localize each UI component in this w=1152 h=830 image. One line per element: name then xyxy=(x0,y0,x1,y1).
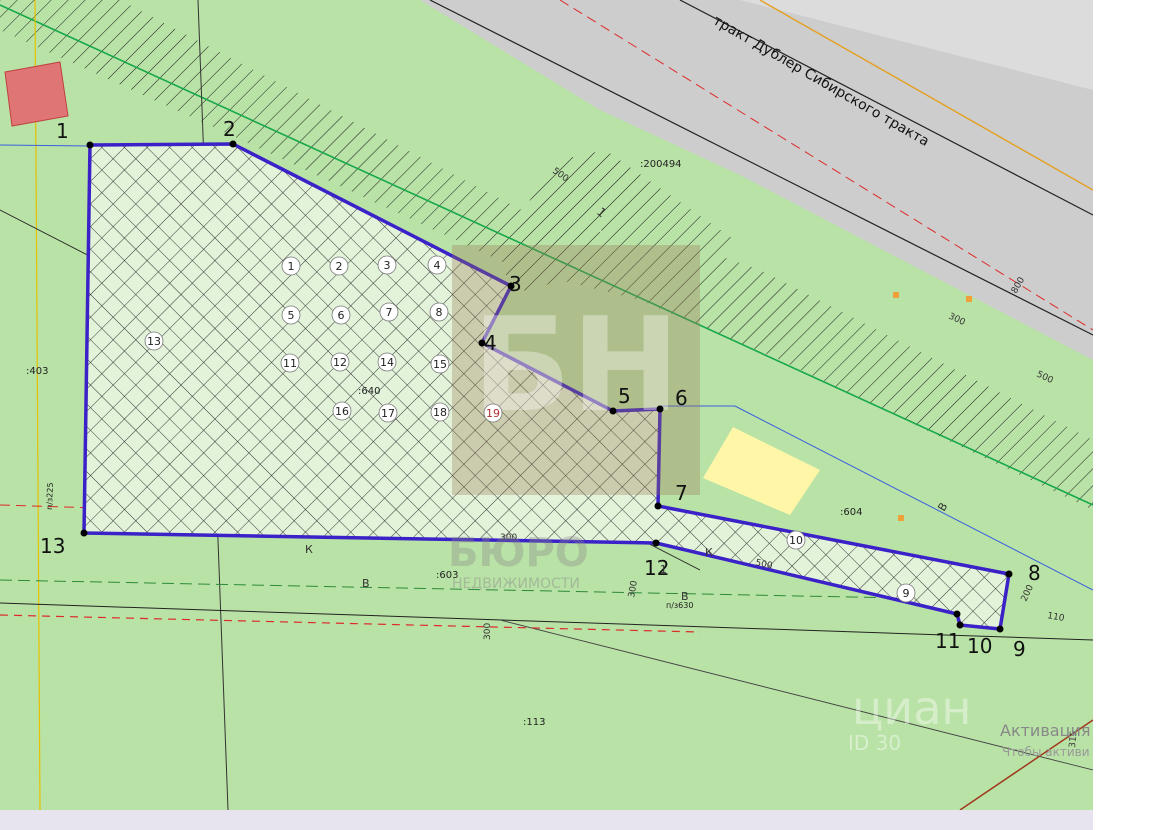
svg-text:6: 6 xyxy=(338,309,345,322)
vertex-dot xyxy=(656,405,664,413)
svg-text:19: 19 xyxy=(486,407,500,420)
cian-id-watermark: ID 30 xyxy=(848,731,901,755)
circle-label-7: 7 xyxy=(379,302,399,322)
vertex-dot xyxy=(609,407,617,415)
windows-taskbar xyxy=(0,810,1093,830)
vertex-label-7: 7 xyxy=(675,481,688,505)
activation-text: Активация xyxy=(1000,721,1090,740)
red-building xyxy=(4,61,69,127)
svg-text:3: 3 xyxy=(384,259,391,272)
vertex-dot xyxy=(996,625,1004,633)
vertex-label-10: 10 xyxy=(967,634,992,658)
circle-label-3: 3 xyxy=(377,255,397,275)
vertex-label-1: 1 xyxy=(56,119,69,143)
parcel-label-113: :113 xyxy=(523,717,545,728)
dim-k2: К xyxy=(705,546,713,559)
circle-label-15: 15 xyxy=(430,354,450,374)
circle-label-8: 8 xyxy=(429,302,449,322)
company-watermark: БЮРО xyxy=(448,530,589,576)
svg-text:11: 11 xyxy=(283,357,297,370)
circle-label-17: 17 xyxy=(378,403,398,423)
bn-logo-text: БН xyxy=(472,289,680,441)
vertex-label-4: 4 xyxy=(484,331,497,355)
dim-b1: В xyxy=(362,577,370,590)
vertex-label-13: 13 xyxy=(40,534,65,558)
vertex-label-6: 6 xyxy=(675,386,688,410)
svg-text:7: 7 xyxy=(386,306,393,319)
circle-label-6: 6 xyxy=(331,305,351,325)
circle-label-5: 5 xyxy=(281,305,301,325)
circle-label-9: 9 xyxy=(896,583,916,603)
vertex-dot xyxy=(953,610,961,618)
vertex-label-2: 2 xyxy=(223,117,236,141)
svg-text:14: 14 xyxy=(380,356,394,369)
parcel-label-200494: :200494 xyxy=(640,159,682,170)
parcel-label-pz3225: п/з225 xyxy=(45,482,55,510)
vertex-dot xyxy=(654,502,662,510)
parcel-label-403: :403 xyxy=(26,366,48,377)
circle-label-14: 14 xyxy=(377,352,397,372)
circle-label-4: 4 xyxy=(427,255,447,275)
orange-mark-2 xyxy=(966,296,972,302)
orange-mark-3 xyxy=(898,515,904,521)
cadastral-map: БН 1 2 3 4 5 6 7 8 9 10 11 12 13 1 2 3 4… xyxy=(0,0,1093,810)
activation-sub-text: Чтобы активи xyxy=(1002,745,1090,759)
svg-text:9: 9 xyxy=(903,587,910,600)
svg-text:13: 13 xyxy=(147,335,161,348)
cian-watermark: циан xyxy=(852,681,971,735)
parcel-label-pz3630: п/з630 xyxy=(666,601,693,610)
svg-text:5: 5 xyxy=(288,309,295,322)
parcel-label-604: :604 xyxy=(840,507,862,518)
svg-text:10: 10 xyxy=(789,534,803,547)
dim-1b: 1 xyxy=(660,563,667,576)
svg-text:12: 12 xyxy=(333,356,347,369)
vertex-dot xyxy=(1005,570,1013,578)
circle-label-1: 1 xyxy=(281,256,301,276)
vertex-label-3: 3 xyxy=(509,272,522,296)
company-sub-watermark: НЕДВИЖИМОСТИ xyxy=(452,576,580,592)
svg-text:8: 8 xyxy=(436,306,443,319)
map-view[interactable]: БН 1 2 3 4 5 6 7 8 9 10 11 12 13 1 2 3 4… xyxy=(0,0,1152,830)
vertex-dot xyxy=(229,140,237,148)
circle-label-12: 12 xyxy=(330,352,350,372)
circle-label-19: 19 xyxy=(483,403,503,423)
parcel-label-640: :640 xyxy=(358,386,380,397)
circle-label-2: 2 xyxy=(329,256,349,276)
vertex-dot xyxy=(86,141,94,149)
svg-text:1: 1 xyxy=(288,260,295,273)
circle-label-16: 16 xyxy=(332,401,352,421)
dim-300c: 300 xyxy=(483,623,493,640)
vertex-label-5: 5 xyxy=(618,384,631,408)
vertex-dot xyxy=(652,539,660,547)
vertex-dot xyxy=(80,529,88,537)
vertex-label-9: 9 xyxy=(1013,637,1026,661)
circle-label-13: 13 xyxy=(144,331,164,351)
svg-text:15: 15 xyxy=(433,358,447,371)
svg-text:2: 2 xyxy=(336,260,343,273)
svg-text:17: 17 xyxy=(381,407,395,420)
vertex-dot xyxy=(956,621,964,629)
vertex-label-8: 8 xyxy=(1028,561,1041,585)
dim-k1: К xyxy=(305,543,313,556)
svg-text:18: 18 xyxy=(433,406,447,419)
orange-mark xyxy=(893,292,899,298)
circle-label-11: 11 xyxy=(280,353,300,373)
circle-label-10: 10 xyxy=(786,530,806,550)
svg-text:4: 4 xyxy=(434,259,441,272)
dim-b2: В xyxy=(681,590,689,603)
svg-text:16: 16 xyxy=(335,405,349,418)
circle-label-18: 18 xyxy=(430,402,450,422)
vertex-label-11: 11 xyxy=(935,629,960,653)
